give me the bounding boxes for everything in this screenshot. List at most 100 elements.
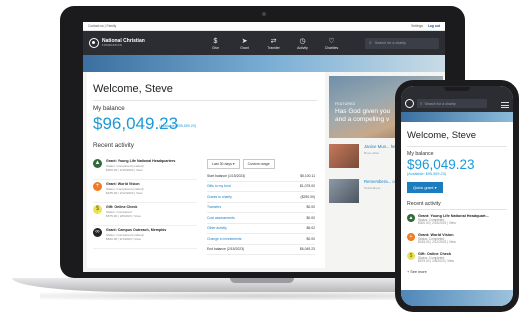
nav-label: Activity (297, 45, 308, 50)
mobile-search-input[interactable]: ⌕ Search for a charity (417, 99, 487, 108)
activity-text: Grant: Young Life National Headquarters S… (106, 159, 175, 179)
activity-text: Grant: World Vision Status: Completed (ma… (106, 182, 144, 202)
activity-meta: $300.00 | 2/15/2023 | View (418, 221, 456, 226)
ledger-row[interactable]: Transfers $0.00 (207, 203, 316, 213)
charities-icon: ♡ (328, 37, 335, 45)
hero-banner (83, 55, 445, 72)
activity-item[interactable]: ▲ Grant: Young Life National Headquarters… (93, 157, 197, 180)
article-thumbnail (329, 144, 359, 168)
date-filters: Last 30 days ▾ Custom range (207, 159, 278, 169)
activity-icon: ◷ (299, 37, 306, 45)
settings-link[interactable]: Settings (411, 24, 423, 28)
utility-links[interactable]: Contact us | Family (88, 24, 116, 28)
search-placeholder: Search for a charity (374, 41, 406, 45)
ledger-row[interactable]: Gifts to my fund $1,075.00 (207, 182, 315, 192)
divider (407, 146, 507, 147)
featured-text: Has God given you and a compelling v (335, 108, 391, 123)
mobile-body: Welcome, Steve My balance $96,049.23 (Av… (401, 122, 513, 280)
desktop-screen: Contact us | Family Settings Log out Nat… (83, 22, 445, 272)
custom-range-button[interactable]: Custom range (242, 159, 275, 169)
charity-logo-icon: $ (407, 252, 415, 260)
activity-item[interactable]: + Grant: World Vision Status: Completed $15… (407, 233, 507, 248)
ledger-value: ($290.00) (300, 194, 315, 199)
see-more-link[interactable]: + See more (407, 270, 507, 274)
brand-sub: FOUNDATION (102, 44, 122, 47)
recent-activity-heading: Recent activity (93, 142, 134, 149)
ledger-value: $5,100.11 (300, 173, 315, 178)
charity-logo-icon: ▲ (93, 159, 102, 168)
quick-grant-button[interactable]: Quick grant ▾ (407, 182, 443, 193)
activity-item[interactable]: ∞ Grant: Campus Outreach, Memphis Status: … (93, 226, 197, 249)
hamburger-menu-icon[interactable] (501, 102, 509, 108)
ledger-value: $1,075.00 (299, 184, 315, 189)
charity-logo-icon: ▲ (407, 214, 415, 222)
ledger-value: $6,049.23 (299, 247, 315, 252)
hero-banner (401, 112, 513, 122)
ledger-value: $0.00 (306, 205, 316, 210)
logout-link[interactable]: Log out (428, 24, 440, 28)
ledger-label: Transfers (207, 205, 222, 210)
activity-text: Gift: Online Check Status: Completed $575.… (106, 205, 141, 225)
ledger-label: Other activity (207, 226, 227, 231)
activity-list: ▲ Grant: Young Life National Headquart...… (407, 214, 507, 267)
date-range-label: Last 30 days (212, 162, 232, 166)
activity-text: Grant: World Vision Status: Completed $155… (418, 233, 456, 248)
logo-icon[interactable] (405, 99, 414, 108)
promo-image (401, 290, 513, 306)
activity-meta: $155.00 | 2/12/2023 | View (106, 191, 143, 195)
logo-icon (89, 38, 99, 48)
activity-text: Grant: Campus Outreach, Memphis Status: C… (106, 228, 166, 248)
nav-label: Transfer (267, 45, 280, 50)
nav-item-transfer[interactable]: ⇄ Transfer (259, 37, 288, 50)
ledger-value: $6.02 (306, 226, 316, 231)
activity-item[interactable]: ▲ Grant: Young Life National Headquart...… (407, 214, 507, 229)
ledger-label: Grants to charity (207, 194, 232, 199)
activity-meta: $575.00 | 2/8/2023 | View (106, 214, 141, 218)
available-balance: (Available: $95,559.23) (159, 124, 196, 128)
activity-text: Gift: Online Check Status: Completed $575.… (418, 252, 454, 267)
activity-item[interactable]: $ Gift: Online Check Status: Completed $575… (407, 252, 507, 267)
utility-bar: Contact us | Family Settings Log out (83, 22, 445, 31)
charity-logo-icon: $ (93, 205, 102, 214)
nav-item-grant[interactable]: ➤ Grant (230, 37, 259, 50)
brand-logo[interactable]: National Christian FOUNDATION (89, 38, 189, 48)
nav-item-charities[interactable]: ♡ Charities (317, 37, 346, 50)
phone-notch (444, 87, 470, 91)
quick-grant-label: Quick grant (413, 185, 434, 190)
ledger-row[interactable]: Change in investments $0.00 (207, 234, 315, 245)
ledger-label: Cost assessments (207, 215, 235, 220)
device-mockup: Contact us | Family Settings Log out Nat… (0, 0, 523, 314)
featured-label: FEATURED (335, 102, 356, 106)
ledger-label: Gifts to my fund (207, 184, 231, 189)
give-icon: $ (213, 37, 218, 45)
ledger-label: Start balance (1/15/2023) (207, 173, 246, 178)
date-range-select[interactable]: Last 30 days ▾ (207, 159, 240, 169)
activity-meta: $300.00 | 2/15/2023 | View (106, 168, 143, 172)
nav-label: Grant (240, 45, 249, 50)
nav-item-give[interactable]: $ Give (201, 37, 230, 50)
ledger-row: End balance (2/15/2023) $6,049.23 (207, 245, 315, 255)
ledger-row[interactable]: Cost assessments $0.00 (207, 213, 315, 224)
ledger-value: $0.00 (306, 236, 316, 241)
search-icon: ⌕ (420, 101, 423, 106)
activity-item[interactable]: $ Gift: Online Check Status: Completed $575… (93, 203, 197, 226)
charity-search-input[interactable]: ⌕ Search for a charity (365, 37, 439, 49)
activity-item[interactable]: + Grant: World Vision Status: Completed (m… (93, 180, 197, 203)
ledger-value: $0.00 (306, 215, 316, 220)
search-icon: ⌕ (369, 40, 372, 46)
ledger-label: Change in investments (207, 236, 242, 241)
laptop-notch (230, 278, 294, 283)
ledger-row[interactable]: Other activity $6.02 (207, 224, 316, 234)
article-thumbnail (329, 179, 359, 203)
ledger-label: End balance (2/15/2023) (207, 247, 245, 252)
ledger-row: Start balance (1/15/2023) $5,100.11 (207, 171, 315, 182)
camera-icon (262, 12, 266, 16)
divider (93, 100, 317, 101)
recent-activity-heading: Recent activity (407, 201, 507, 210)
activity-meta: $575.00 | 2/8/2023 | View (418, 259, 454, 264)
balance-amount: $96,049.23 (407, 157, 475, 172)
nav-item-activity[interactable]: ◷ Activity (288, 37, 317, 50)
nav-items: $ Give ➤ Grant ⇄ Transfer ◷ Activity ♡ Charities (201, 37, 346, 50)
ledger-row[interactable]: Grants to charity ($290.00) (207, 192, 315, 203)
main-nav: National Christian FOUNDATION $ Give ➤ Gran… (83, 31, 445, 55)
